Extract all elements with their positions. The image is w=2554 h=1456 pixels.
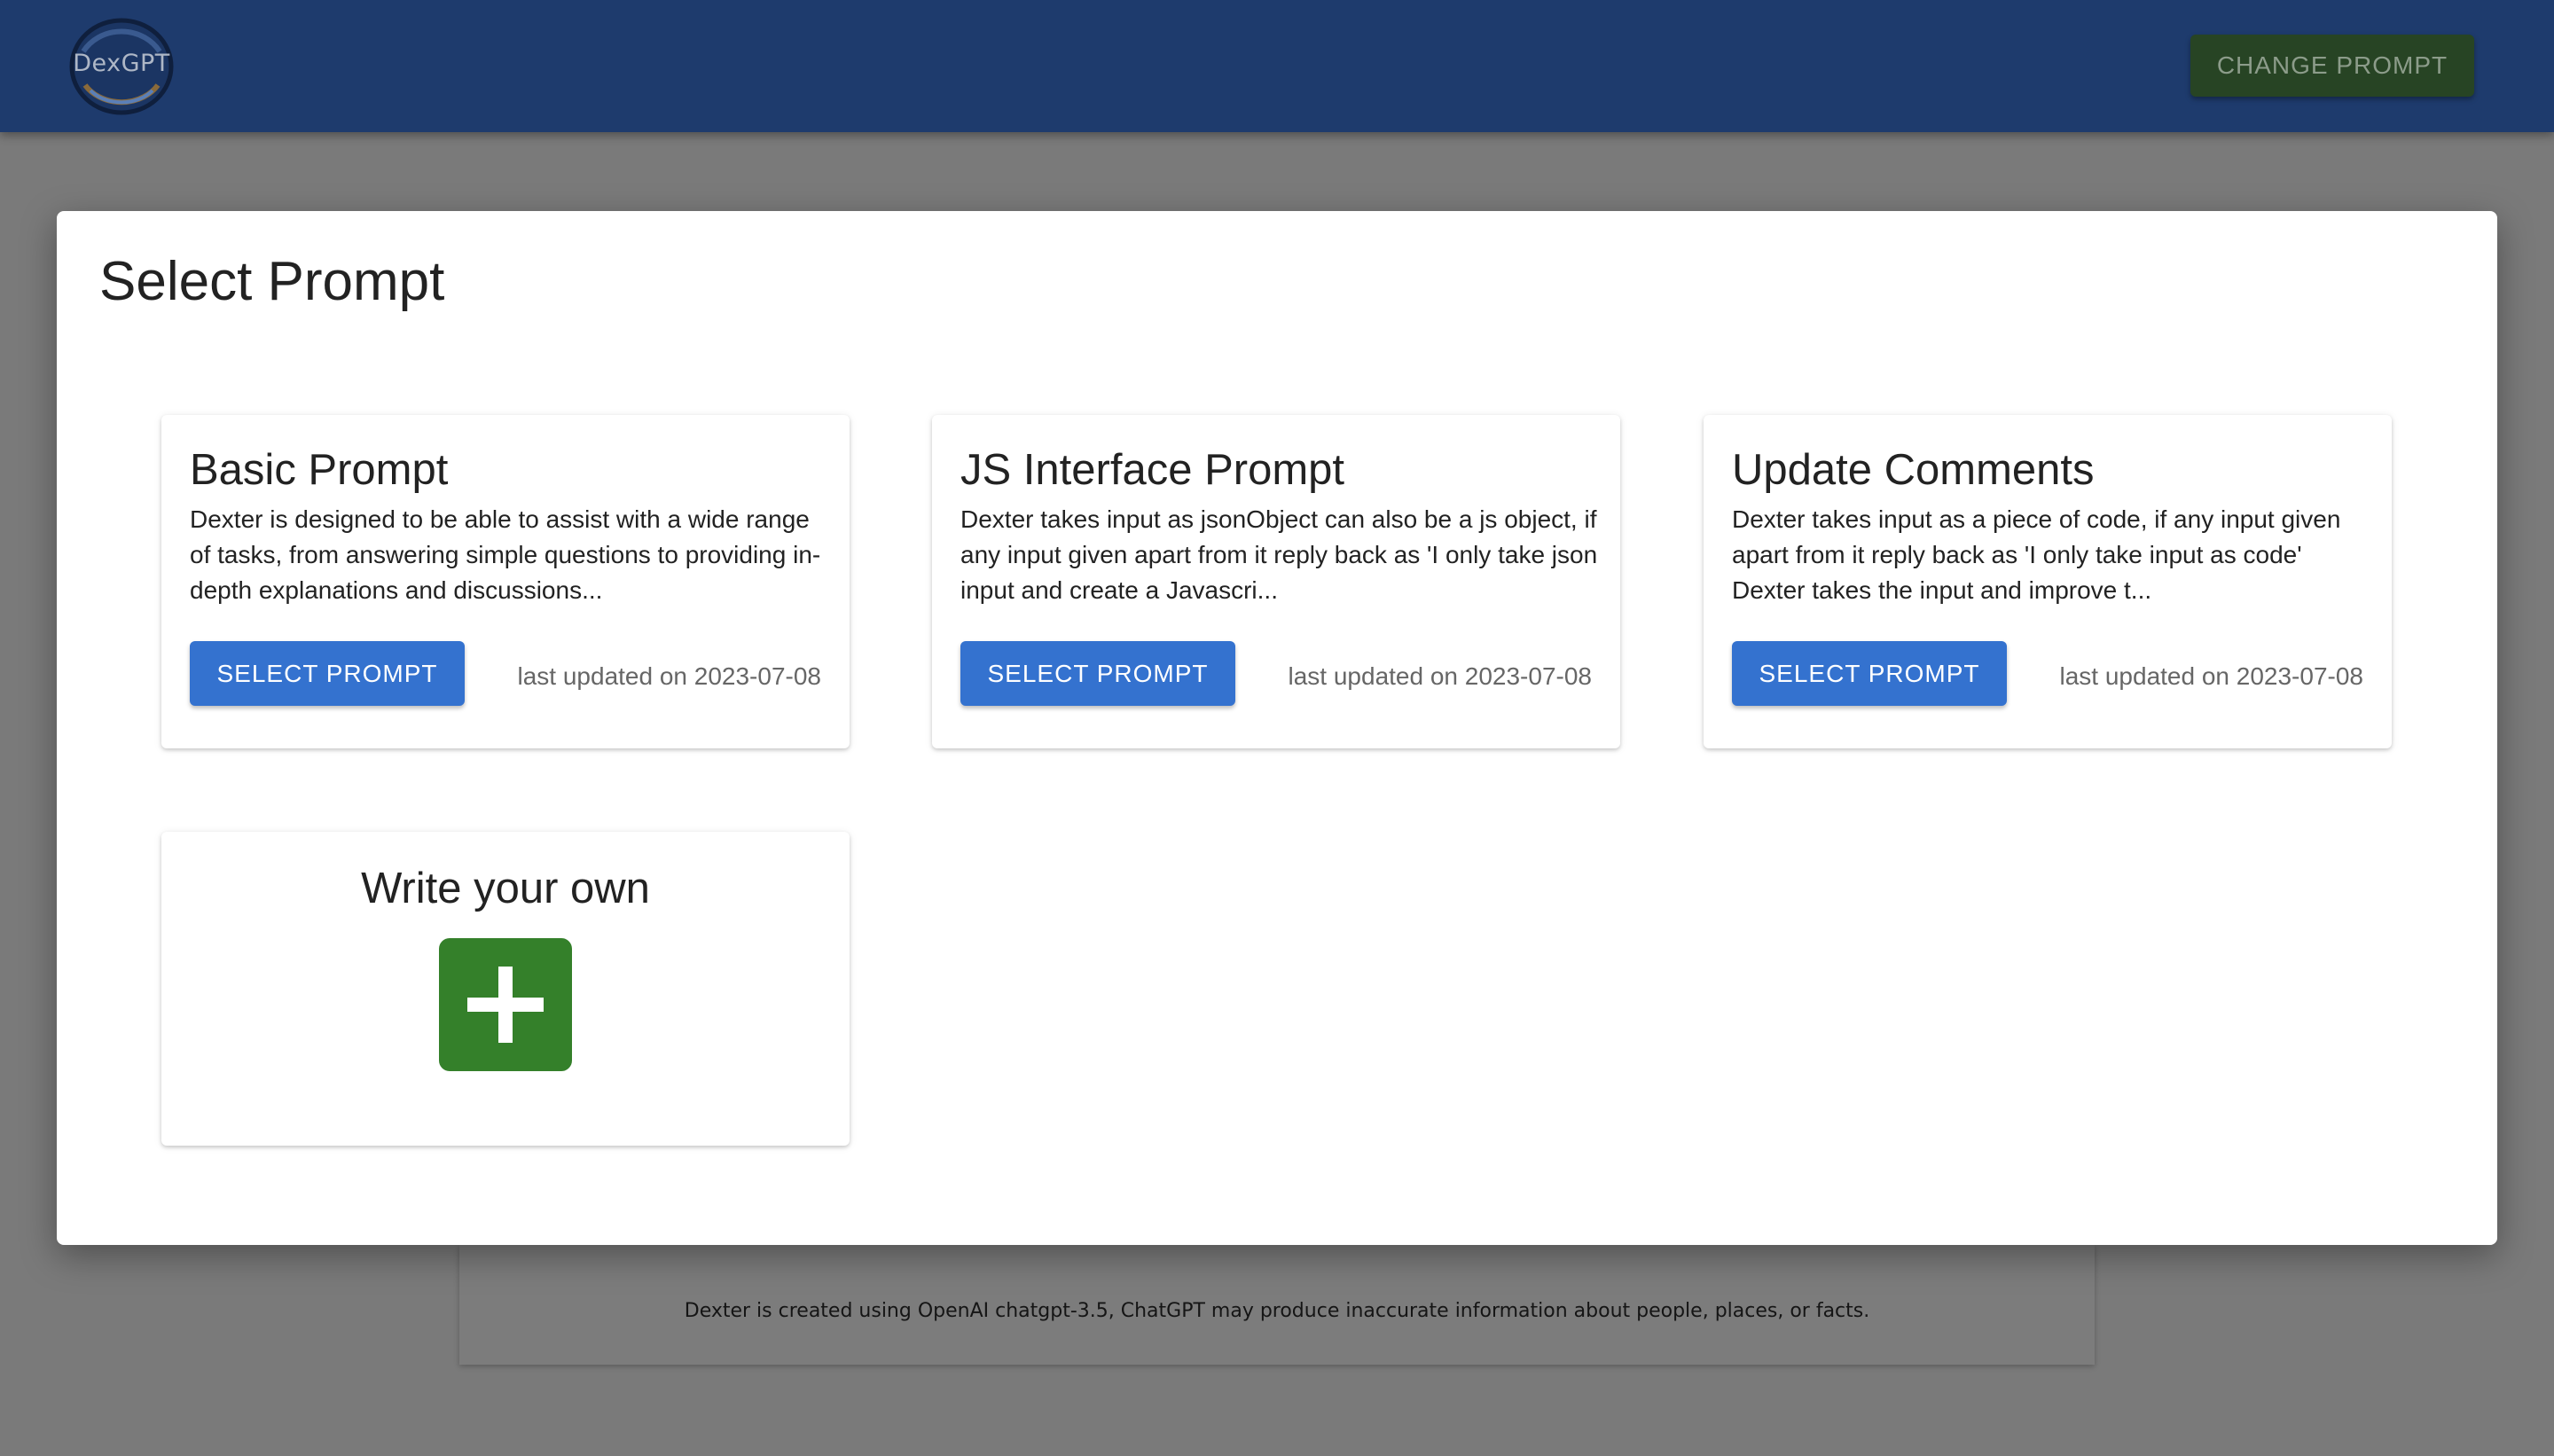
- prompt-card-description: Dexter is designed to be able to assist …: [190, 505, 821, 604]
- last-updated-text: last updated on 2023-07-08: [517, 662, 822, 690]
- logo-text: DexGPT: [73, 50, 170, 77]
- select-prompt-dialog: Select Prompt Basic Prompt Dexter is des…: [57, 211, 2497, 1245]
- prompt-card-js-interface: JS Interface Prompt Dexter takes input a…: [932, 415, 1620, 748]
- footer-disclaimer: Dexter is created using OpenAI chatgpt-3…: [684, 1300, 1870, 1322]
- dexgpt-logo[interactable]: DexGPT: [66, 16, 177, 117]
- prompt-card-description: Dexter takes input as a piece of code, i…: [1732, 505, 2341, 604]
- select-prompt-button[interactable]: SELECT PROMPT: [190, 641, 465, 706]
- footer-panel: Dexter is created using OpenAI chatgpt-3…: [459, 1245, 2095, 1365]
- prompt-card-basic: Basic Prompt Dexter is designed to be ab…: [161, 415, 850, 748]
- prompt-card-title: JS Interface Prompt: [960, 446, 1345, 494]
- prompt-card-description: Dexter takes input as jsonObject can als…: [960, 505, 1598, 604]
- last-updated-text: last updated on 2023-07-08: [2059, 662, 2364, 690]
- prompt-card-title: Update Comments: [1732, 446, 2095, 494]
- add-prompt-button[interactable]: [439, 938, 572, 1071]
- plus-icon: [467, 967, 544, 1043]
- last-updated-text: last updated on 2023-07-08: [1288, 662, 1593, 690]
- app-header: DexGPT CHANGE PROMPT: [0, 0, 2554, 132]
- select-prompt-button[interactable]: SELECT PROMPT: [960, 641, 1235, 706]
- change-prompt-button[interactable]: CHANGE PROMPT: [2190, 35, 2474, 97]
- select-prompt-button[interactable]: SELECT PROMPT: [1732, 641, 2007, 706]
- write-your-own-title: Write your own: [361, 865, 650, 912]
- prompt-card-title: Basic Prompt: [190, 446, 449, 494]
- prompt-card-update-comments: Update Comments Dexter takes input as a …: [1704, 415, 2392, 748]
- write-your-own-card[interactable]: Write your own: [161, 832, 850, 1146]
- dialog-title: Select Prompt: [99, 251, 445, 312]
